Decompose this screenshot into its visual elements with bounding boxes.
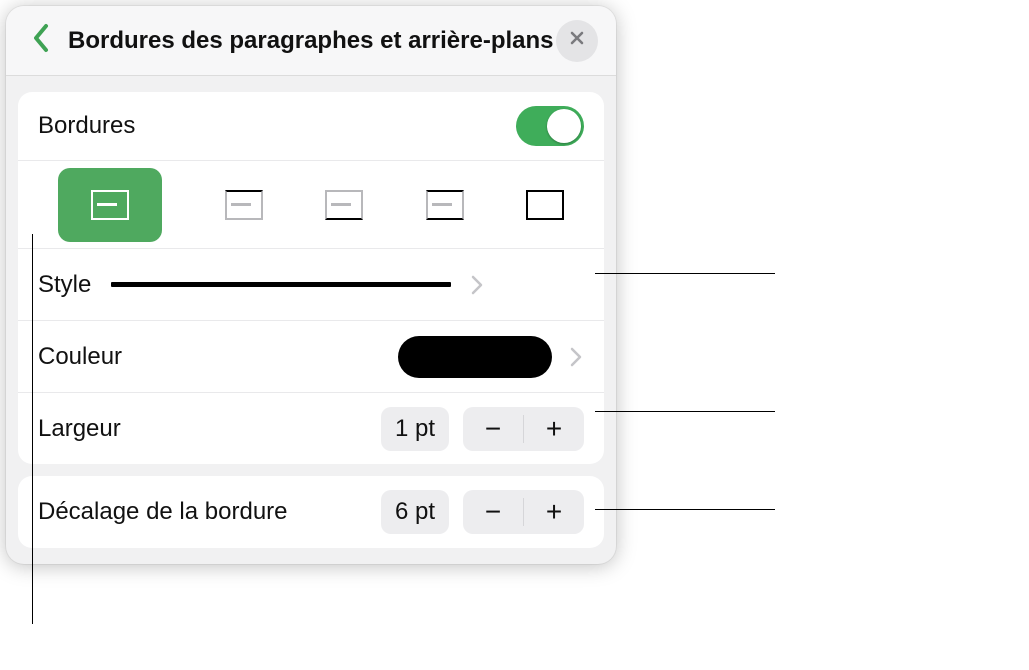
borders-card: Bordures	[18, 92, 604, 464]
back-button[interactable]	[24, 24, 58, 58]
offset-decrease-button[interactable]: −	[463, 490, 523, 534]
callout-line	[595, 509, 775, 510]
width-decrease-button[interactable]: −	[463, 407, 523, 451]
borders-label: Bordures	[38, 112, 516, 140]
minus-icon: −	[485, 413, 501, 445]
borders-panel: Bordures des paragraphes et arrière-plan…	[6, 6, 616, 564]
offset-stepper: − +	[463, 490, 584, 534]
offset-increase-button[interactable]: +	[524, 490, 584, 534]
panel-title: Bordures des paragraphes et arrière-plan…	[68, 27, 556, 55]
plus-icon: +	[546, 413, 562, 445]
width-label: Largeur	[38, 415, 381, 443]
color-swatch	[398, 336, 552, 378]
plus-icon: +	[546, 496, 562, 528]
close-icon	[569, 30, 585, 51]
callout-line	[595, 411, 775, 412]
border-all-icon	[91, 190, 129, 220]
panel-header: Bordures des paragraphes et arrière-plan…	[6, 6, 616, 76]
offset-value: 6 pt	[381, 490, 449, 534]
chevron-right-icon	[570, 346, 584, 368]
width-stepper: − +	[463, 407, 584, 451]
color-label: Couleur	[38, 343, 398, 371]
border-bottom-icon	[325, 190, 363, 220]
border-box-button[interactable]	[526, 170, 564, 240]
style-row[interactable]: Style	[18, 248, 604, 320]
style-label: Style	[38, 271, 91, 299]
border-bottom-button[interactable]	[325, 170, 363, 240]
offset-row: Décalage de la bordure 6 pt − +	[18, 476, 604, 548]
width-increase-button[interactable]: +	[524, 407, 584, 451]
width-row: Largeur 1 pt − +	[18, 392, 604, 464]
border-top-bottom-button[interactable]	[426, 170, 464, 240]
close-button[interactable]	[556, 20, 598, 62]
borders-toggle[interactable]	[516, 106, 584, 146]
border-top-bottom-icon	[426, 190, 464, 220]
border-top-button[interactable]	[225, 170, 263, 240]
border-top-icon	[225, 190, 263, 220]
minus-icon: −	[485, 496, 501, 528]
callout-line	[595, 273, 775, 274]
width-value: 1 pt	[381, 407, 449, 451]
style-preview	[111, 282, 451, 287]
offset-label: Décalage de la bordure	[38, 498, 381, 526]
color-row[interactable]: Couleur	[18, 320, 604, 392]
chevron-right-icon	[471, 274, 485, 296]
border-all-button[interactable]	[58, 168, 162, 242]
chevron-left-icon	[32, 23, 50, 58]
callout-line	[32, 234, 33, 624]
border-position-row	[18, 160, 604, 248]
borders-toggle-row: Bordures	[18, 92, 604, 160]
border-box-icon	[526, 190, 564, 220]
offset-card: Décalage de la bordure 6 pt − +	[18, 476, 604, 548]
